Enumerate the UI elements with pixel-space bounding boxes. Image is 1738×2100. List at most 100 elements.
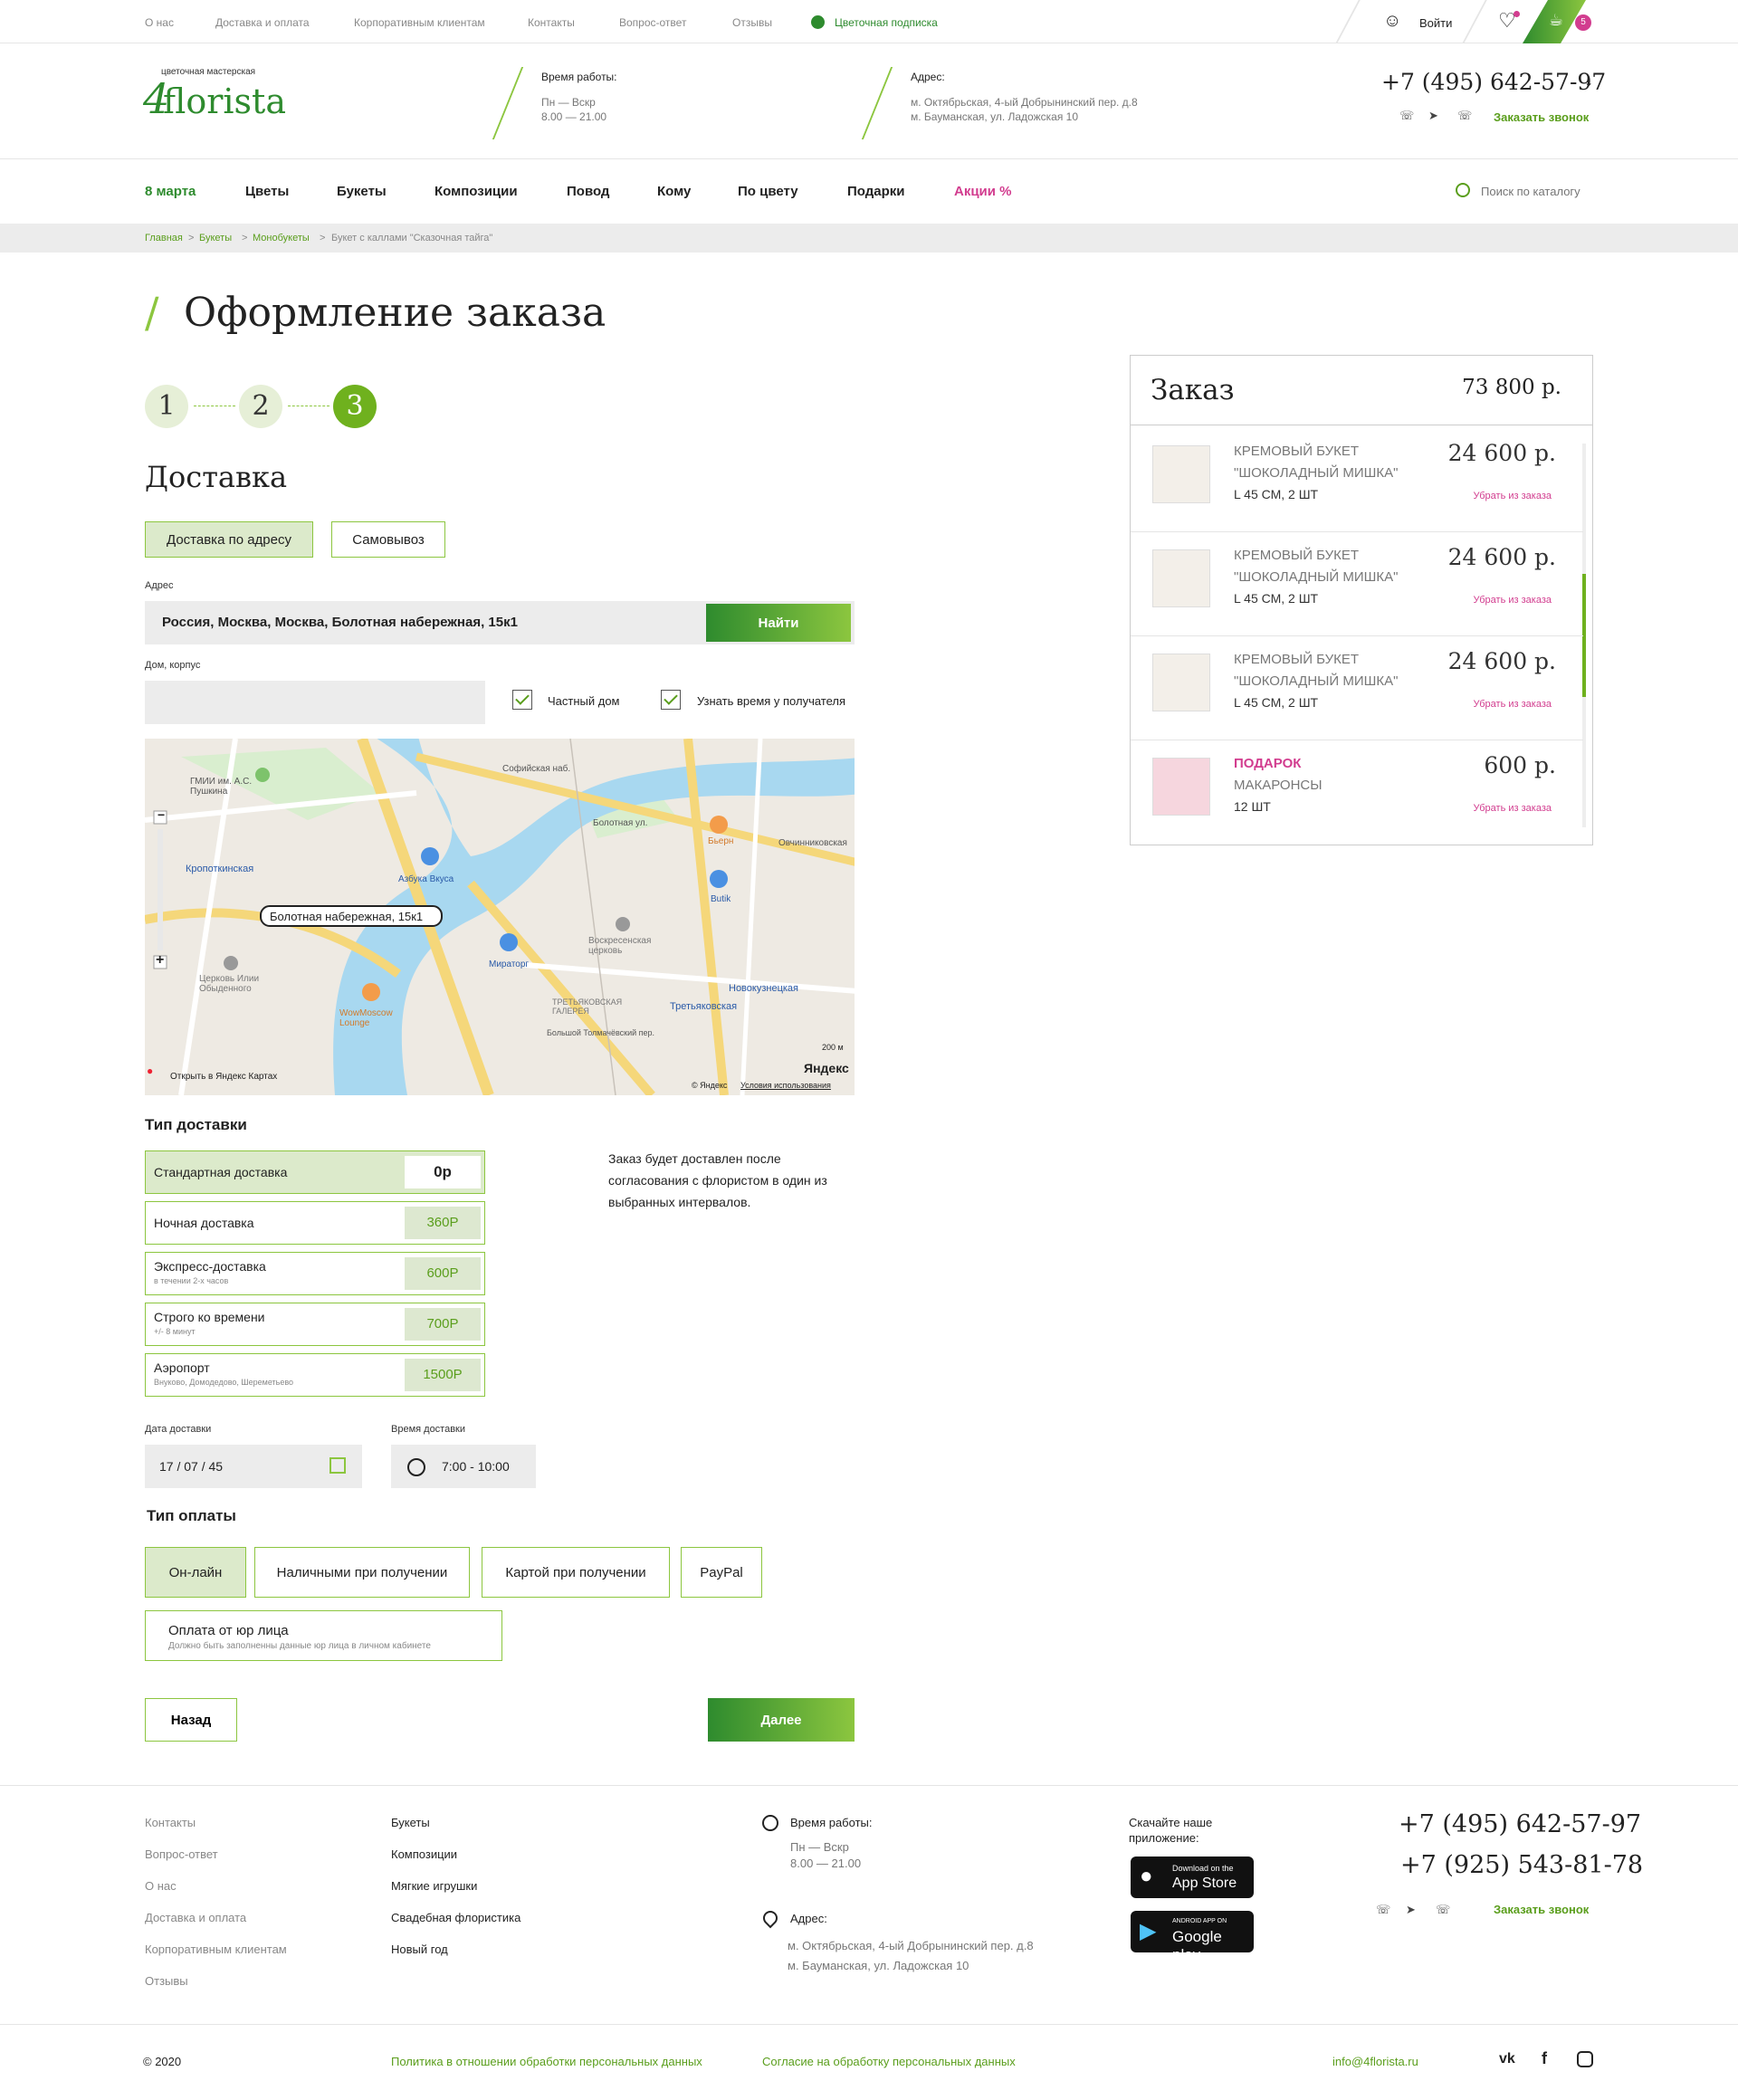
- footer-link[interactable]: Букеты: [391, 1816, 430, 1829]
- crumb-bouquets[interactable]: Букеты: [199, 224, 232, 253]
- private-house-checkbox[interactable]: [512, 690, 532, 710]
- product-image: [1152, 549, 1210, 607]
- top-link-faq[interactable]: Вопрос-ответ: [619, 16, 686, 29]
- footer-link[interactable]: Отзывы: [145, 1974, 188, 1988]
- footer-callback-link[interactable]: Заказать звонок: [1494, 1903, 1589, 1916]
- remove-item-link[interactable]: Убрать из заказа: [1474, 699, 1552, 710]
- product-image: [1152, 445, 1210, 503]
- remove-item-link[interactable]: Убрать из заказа: [1474, 803, 1552, 814]
- item-qty: L 45 СМ, 2 ШТ: [1234, 695, 1319, 710]
- page-title: Оформление заказа: [184, 290, 606, 336]
- calendar-icon[interactable]: [329, 1457, 346, 1474]
- delivery-type-standard[interactable]: Стандартная доставка 0р: [145, 1150, 485, 1194]
- nav-item-compositions[interactable]: Композиции: [434, 184, 518, 199]
- nav-item-march8[interactable]: 8 марта: [145, 184, 196, 199]
- order-total: 73 800 р.: [1462, 376, 1561, 399]
- crumb-home[interactable]: Главная: [145, 224, 183, 253]
- pickup-button[interactable]: Самовывоз: [331, 521, 445, 558]
- map-terms-link[interactable]: Условия использования: [740, 1081, 831, 1090]
- find-address-button[interactable]: Найти: [706, 604, 851, 642]
- ask-time-checkbox[interactable]: [661, 690, 681, 710]
- nav-item-flowers[interactable]: Цветы: [245, 184, 289, 199]
- app-store-badge[interactable]: ● Download on the App Store: [1131, 1857, 1254, 1898]
- footer-link[interactable]: Доставка и оплата: [145, 1911, 246, 1924]
- footer-link[interactable]: Контакты: [145, 1816, 196, 1829]
- footer-link[interactable]: Композиции: [391, 1847, 457, 1861]
- footer-link[interactable]: Вопрос-ответ: [145, 1847, 218, 1861]
- email-link[interactable]: info@4florista.ru: [1332, 2055, 1418, 2068]
- remove-item-link[interactable]: Убрать из заказа: [1474, 595, 1552, 606]
- footer-link[interactable]: Свадебная флористика: [391, 1911, 520, 1924]
- top-link-reviews[interactable]: Отзывы: [732, 16, 772, 29]
- telegram-icon[interactable]: ➤: [1428, 109, 1438, 123]
- nav-item-recipient[interactable]: Кому: [657, 184, 691, 199]
- top-link-corporate[interactable]: Корпоративным клиентам: [354, 16, 485, 29]
- open-in-yandex-link[interactable]: Открыть в Яндекс Картах: [170, 1072, 277, 1082]
- footer-link[interactable]: Мягкие игрушки: [391, 1879, 477, 1893]
- cart-icon: ☕: [1549, 11, 1564, 29]
- whatsapp-icon[interactable]: ☏: [1376, 1903, 1390, 1917]
- item-name: ПОДАРОК: [1234, 756, 1302, 771]
- callback-link[interactable]: Заказать звонок: [1494, 110, 1589, 124]
- vk-icon[interactable]: vk: [1499, 2051, 1515, 2067]
- nav-item-bouquets[interactable]: Букеты: [337, 184, 387, 199]
- logo[interactable]: цветочная мастерская 4 florista: [143, 67, 286, 132]
- delivery-type-airport[interactable]: Аэропорт Внуково, Домодедово, Шереметьев…: [145, 1353, 485, 1397]
- map[interactable]: Болотная набережная, 15к1 ГМИИ им. А.С. …: [145, 739, 855, 1095]
- date-field[interactable]: 17 / 07 / 45: [145, 1445, 362, 1488]
- date-value: 17 / 07 / 45: [159, 1459, 224, 1474]
- instagram-icon[interactable]: [1577, 2051, 1593, 2067]
- user-icon[interactable]: ☺: [1383, 11, 1401, 32]
- chevron-down-icon[interactable]: ⌄: [1584, 76, 1593, 89]
- map-label: ГМИИ им. А.С. Пушкина: [190, 777, 253, 797]
- remove-item-link[interactable]: Убрать из заказа: [1474, 491, 1552, 501]
- map-label: WowMoscow Lounge: [339, 1008, 393, 1028]
- map-label: Церковь Илии Обыденного: [199, 974, 260, 994]
- payment-legal-button[interactable]: Оплата от юр лица Должно быть заполненны…: [145, 1610, 502, 1661]
- top-link-delivery[interactable]: Доставка и оплата: [215, 16, 310, 29]
- delivery-type-express[interactable]: Экспресс-доставка в течении 2-х часов 60…: [145, 1252, 485, 1295]
- delivery-type-exact-time[interactable]: Строго ко времени +/- 8 минут 700Р: [145, 1303, 485, 1346]
- google-play-badge[interactable]: ▶ ANDROID APP ON Google play: [1131, 1911, 1254, 1963]
- time-field[interactable]: 7:00 - 10:00: [391, 1445, 536, 1488]
- nav-item-occasion[interactable]: Повод: [567, 184, 609, 199]
- nav-item-color[interactable]: По цвету: [738, 184, 798, 199]
- zoom-in-button[interactable]: +: [156, 952, 164, 969]
- step-2[interactable]: 2: [239, 385, 282, 428]
- house-field[interactable]: [145, 681, 485, 724]
- item-name-2: МАКАРОНСЫ: [1234, 778, 1323, 793]
- search-input[interactable]: [1481, 179, 1595, 203]
- delivery-type-night[interactable]: Ночная доставка 360Р: [145, 1201, 485, 1245]
- nav-item-gifts[interactable]: Подарки: [847, 184, 905, 199]
- top-link-about[interactable]: О нас: [145, 16, 174, 29]
- payment-paypal-button[interactable]: PayPal: [681, 1547, 762, 1598]
- footer-phone-2[interactable]: +7 (925) 543-81-78: [1400, 1851, 1643, 1879]
- subscription-link[interactable]: Цветочная подписка: [835, 16, 938, 29]
- search-icon[interactable]: [1456, 183, 1470, 197]
- footer-link[interactable]: О нас: [145, 1879, 177, 1893]
- next-button[interactable]: Далее: [708, 1698, 855, 1742]
- footer-link[interactable]: Корпоративным клиентам: [145, 1942, 287, 1956]
- telegram-icon[interactable]: ➤: [1406, 1903, 1416, 1917]
- payment-card-button[interactable]: Картой при получении: [482, 1547, 670, 1598]
- consent-link[interactable]: Согласие на обработку персональных данны…: [762, 2055, 1016, 2068]
- delivery-address-button[interactable]: Доставка по адресу: [145, 521, 313, 558]
- payment-cash-button[interactable]: Наличными при получении: [254, 1547, 470, 1598]
- payment-online-button[interactable]: Он-лайн: [145, 1547, 246, 1598]
- login-link[interactable]: Войти: [1419, 16, 1452, 30]
- footer-link[interactable]: Новый год: [391, 1942, 448, 1956]
- facebook-icon[interactable]: f: [1542, 2049, 1547, 2068]
- back-button[interactable]: Назад: [145, 1698, 237, 1742]
- step-3[interactable]: 3: [333, 385, 377, 428]
- privacy-policy-link[interactable]: Политика в отношении обработки персональ…: [391, 2055, 702, 2068]
- header-phone[interactable]: +7 (495) 642-57-97: [1381, 69, 1606, 95]
- step-1[interactable]: 1: [145, 385, 188, 428]
- viber-icon[interactable]: ☏: [1457, 109, 1472, 123]
- top-link-contacts[interactable]: Контакты: [528, 16, 575, 29]
- crumb-mono[interactable]: Монобукеты: [253, 224, 310, 253]
- viber-icon[interactable]: ☏: [1436, 1903, 1450, 1917]
- nav-item-sales[interactable]: Акции %: [954, 184, 1012, 199]
- whatsapp-icon[interactable]: ☏: [1399, 109, 1414, 123]
- zoom-out-button[interactable]: −: [158, 807, 165, 822]
- footer-phone-1[interactable]: +7 (495) 642-57-97: [1399, 1810, 1641, 1838]
